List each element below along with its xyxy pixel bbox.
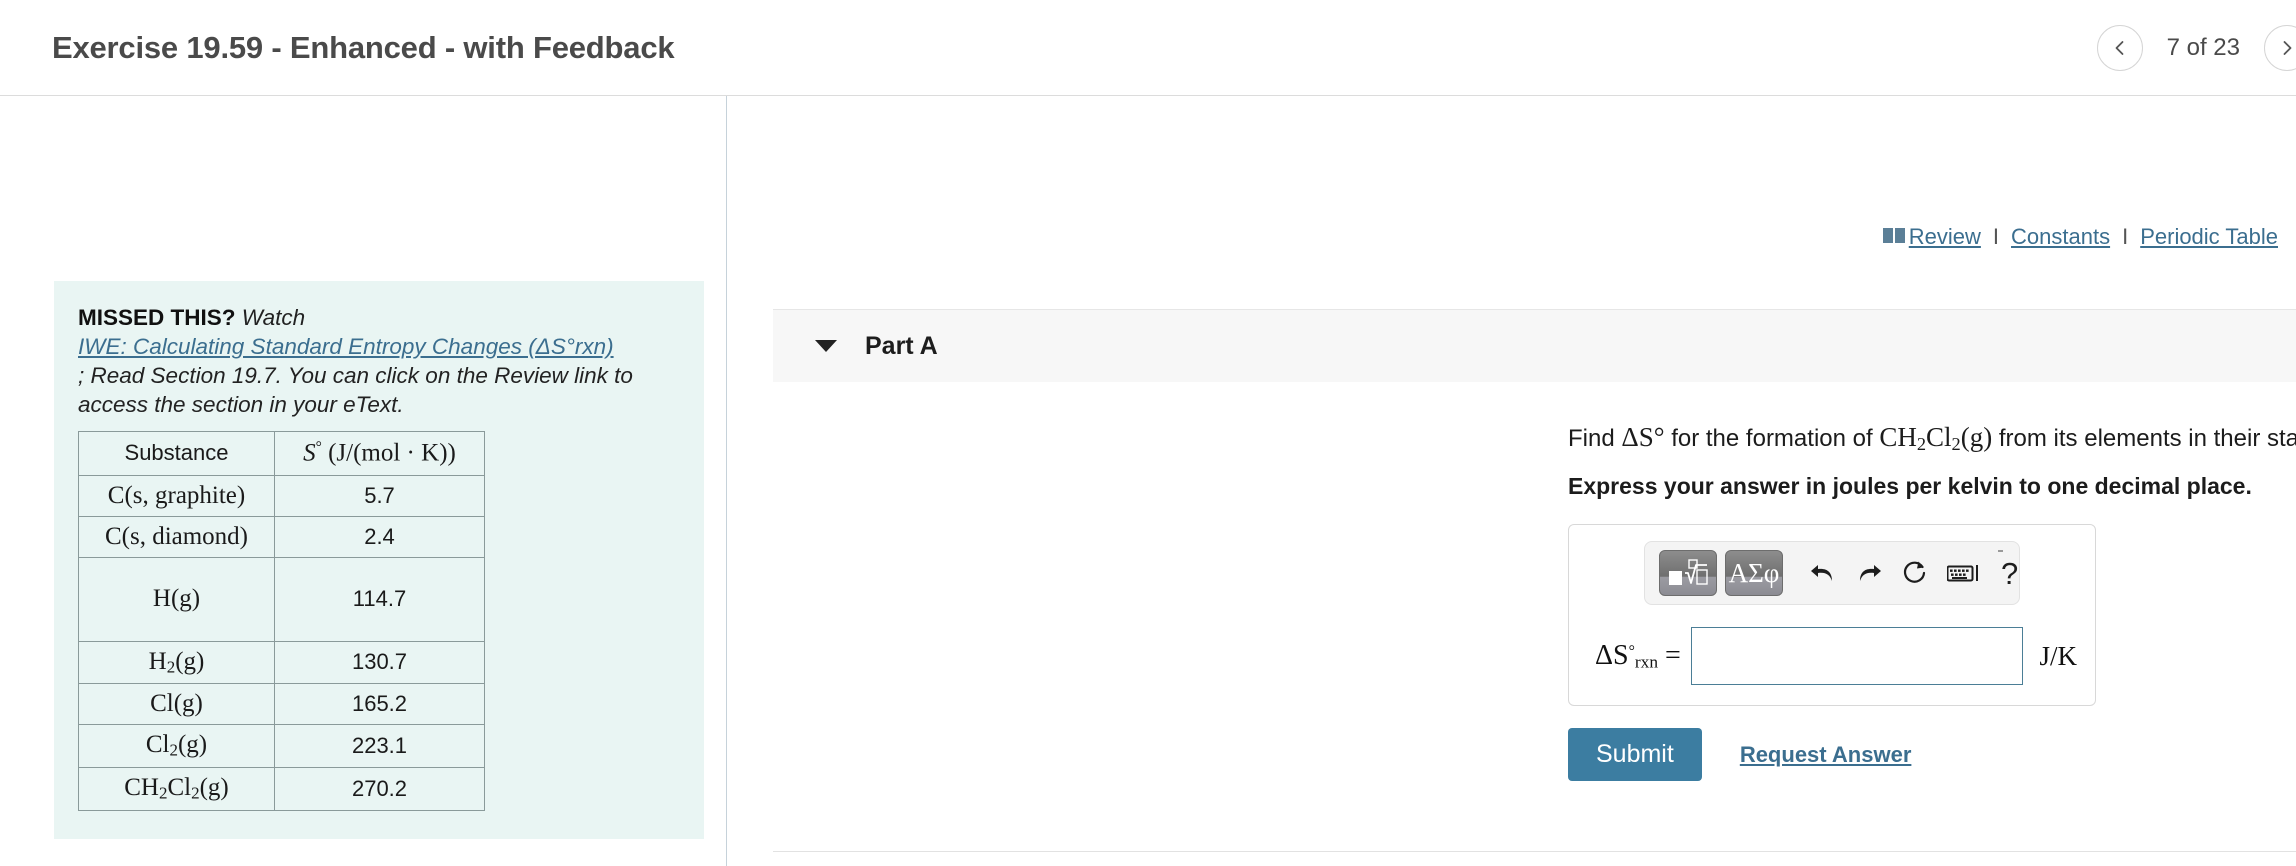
entropy-symbol: S: [303, 439, 316, 467]
table-row: Cl2(g) 223.1: [78, 724, 485, 768]
entropy-table: Substance S° (J/(mol · K)) C(s, graphite…: [78, 431, 485, 811]
answer-label: ΔS°rxn =: [1595, 640, 1681, 672]
request-answer-link[interactable]: Request Answer: [1740, 742, 1912, 768]
question-formula: CH2Cl2(g): [1879, 422, 1993, 455]
table-row: H2(g) 130.7: [78, 640, 485, 685]
cell-substance: Cl(g): [78, 683, 275, 726]
resource-links: Review I Constants I Periodic Table: [1882, 224, 2278, 250]
answer-units: J/K: [2039, 640, 2077, 671]
undo-button[interactable]: [1809, 560, 1837, 586]
table-row: C(s, graphite) 5.7: [78, 474, 485, 517]
entropy-units: (J/(mol · K)): [328, 439, 456, 467]
answer-label-subscript: rxn: [1634, 652, 1658, 672]
column-header-entropy: S° (J/(mol · K)): [274, 431, 485, 476]
reset-button[interactable]: [1901, 559, 1929, 587]
cell-entropy-value: 114.7: [274, 556, 485, 642]
part-a-header[interactable]: Part A: [773, 309, 2296, 382]
missed-this-hint-box: MISSED THIS? Watch IWE: Calculating Stan…: [54, 281, 704, 839]
cell-substance: C(s, diamond): [78, 515, 275, 558]
answer-label-delta: ΔS: [1595, 639, 1629, 671]
part-b-separator: [773, 851, 2296, 852]
answer-label-equals: =: [1665, 639, 1681, 671]
submit-row: Submit Request Answer: [1568, 728, 2296, 782]
redo-icon: [1860, 565, 1881, 582]
left-panel: MISSED THIS? Watch IWE: Calculating Stan…: [0, 96, 727, 866]
greek-symbols-button[interactable]: ΑΣφ: [1725, 550, 1783, 597]
math-template-button[interactable]: [1659, 550, 1717, 597]
pager: 7 of 23: [2096, 24, 2296, 71]
table-header-row: Substance S° (J/(mol · K)): [78, 431, 485, 476]
resource-separator-1: I: [1992, 224, 2000, 249]
review-link[interactable]: Review: [1909, 224, 1981, 250]
keyboard-button[interactable]: [1947, 561, 1981, 585]
undo-icon: [1811, 565, 1832, 582]
entropy-degree: °: [315, 439, 322, 456]
iwe-video-link[interactable]: IWE: Calculating Standard Entropy Change…: [78, 334, 614, 359]
keyboard-icon: [1947, 565, 1978, 582]
chevron-right-icon: [2283, 40, 2292, 55]
math-toolbar: ΑΣφ ?: [1644, 541, 2020, 606]
next-question-button[interactable]: [2264, 24, 2296, 71]
constants-link[interactable]: Constants: [2011, 224, 2110, 250]
part-a-content: Find ΔS° for the formation of CH2Cl2(g) …: [773, 382, 2296, 782]
entropy-table-head: Substance S° (J/(mol · K)): [78, 431, 485, 476]
answer-instruction: Express your answer in joules per kelvin…: [1568, 473, 2252, 500]
cell-entropy-value: 165.2: [274, 683, 485, 726]
question-mid: for the formation of: [1664, 425, 1880, 452]
missed-this-label: MISSED THIS?: [78, 305, 236, 330]
cell-substance: Cl2(g): [78, 724, 275, 768]
cell-substance: H(g): [78, 556, 275, 642]
periodic-table-link[interactable]: Periodic Table: [2140, 224, 2278, 250]
app-header: Exercise 19.59 - Enhanced - with Feedbac…: [0, 0, 2296, 96]
table-row: H(g) 114.7: [78, 556, 485, 642]
part-a-label: Part A: [865, 331, 938, 360]
table-row: CH2Cl2(g) 270.2: [78, 766, 485, 811]
cell-substance: C(s, graphite): [78, 474, 275, 517]
hint-after-link: ; Read Section 19.7. You can click on th…: [78, 363, 633, 417]
submit-button[interactable]: Submit: [1568, 728, 1702, 782]
answer-widget: ΑΣφ ? ΔS°rxn = J/K: [1568, 524, 2096, 707]
prev-question-button[interactable]: [2096, 24, 2143, 71]
caret-down-icon[interactable]: [815, 340, 837, 352]
cell-entropy-value: 270.2: [274, 766, 485, 811]
body-wrapper: MISSED THIS? Watch IWE: Calculating Stan…: [0, 96, 2296, 866]
resource-separator-2: I: [2122, 224, 2129, 249]
question-text: Find ΔS° for the formation of CH2Cl2(g) …: [1568, 422, 2296, 455]
book-icon: [1882, 224, 1905, 250]
reset-icon: [1903, 561, 1926, 583]
cell-entropy-value: 2.4: [274, 515, 485, 558]
toolbar-tick-mark: [1998, 550, 2003, 553]
hint-text: MISSED THIS? Watch IWE: Calculating Stan…: [78, 303, 680, 419]
right-panel: Review I Constants I Periodic Table Part…: [727, 96, 2296, 866]
chevron-left-icon: [2115, 40, 2123, 55]
redo-button[interactable]: [1855, 560, 1883, 586]
math-template-icon: [1669, 559, 1708, 586]
question-symbol: ΔS°: [1621, 422, 1665, 452]
cell-substance: H2(g): [78, 640, 275, 685]
pager-count: 7 of 23: [2166, 33, 2240, 61]
cell-entropy-value: 223.1: [274, 724, 485, 768]
answer-input-row: ΔS°rxn = J/K: [1587, 627, 2077, 686]
question-suffix: from its elements in their standard stat…: [1998, 425, 2296, 452]
entropy-table-body: C(s, graphite) 5.7 C(s, diamond) 2.4 H(g) 114…: [78, 474, 485, 811]
cell-entropy-value: 130.7: [274, 640, 485, 685]
watch-label: Watch: [235, 305, 306, 330]
question-prefix: Find: [1568, 425, 1622, 452]
answer-input[interactable]: [1690, 627, 2024, 686]
column-header-substance: Substance: [78, 431, 275, 476]
table-row: Cl(g) 165.2: [78, 683, 485, 726]
cell-substance: CH2Cl2(g): [78, 766, 275, 811]
page-title: Exercise 19.59 - Enhanced - with Feedbac…: [52, 29, 675, 65]
cell-entropy-value: 5.7: [274, 474, 485, 517]
help-button[interactable]: ?: [2001, 558, 2018, 589]
table-row: C(s, diamond) 2.4: [78, 515, 485, 558]
